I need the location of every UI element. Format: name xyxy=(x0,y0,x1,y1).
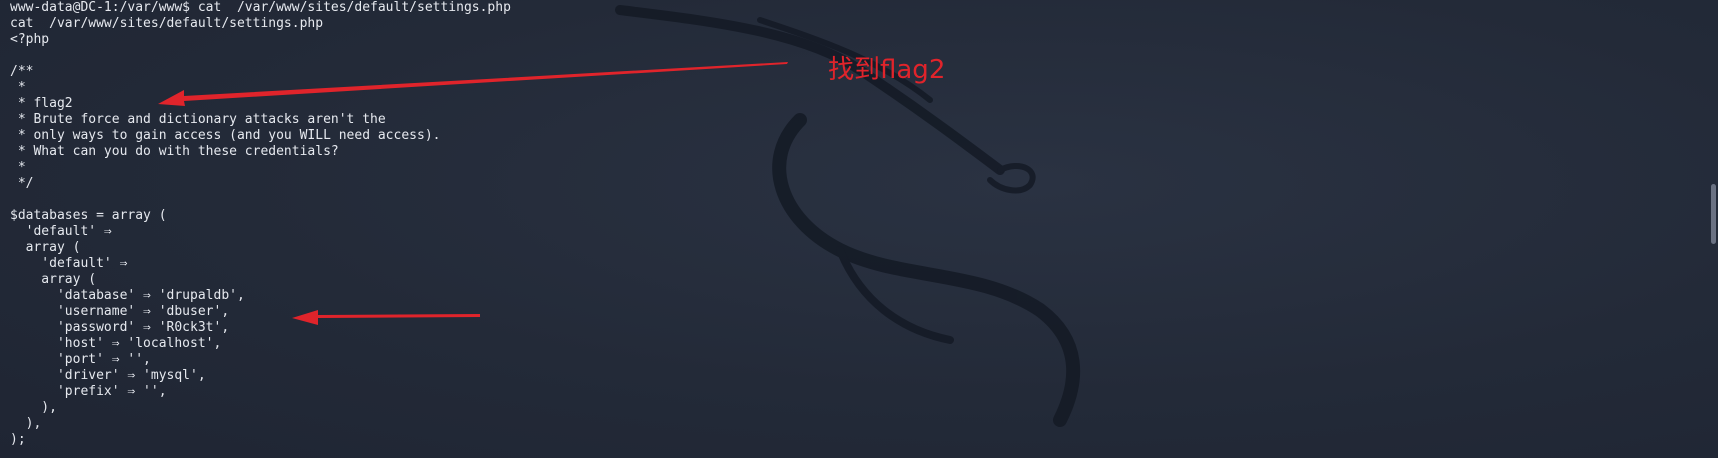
terminal-line: * only ways to gain access (and you WILL… xyxy=(10,128,441,143)
terminal-line: array ( xyxy=(10,272,97,287)
terminal-line: 'prefix' ⇒ '', xyxy=(10,384,167,399)
terminal-line: <?php xyxy=(10,32,50,47)
terminal-line: 'password' ⇒ 'R0ck3t', xyxy=(10,320,230,335)
annotation-label: 找到flag2 xyxy=(828,55,946,85)
terminal-line: 'driver' ⇒ 'mysql', xyxy=(10,368,206,383)
terminal-line: * flag2 xyxy=(10,96,73,111)
terminal-line: /** xyxy=(10,64,34,79)
terminal-line: * xyxy=(10,160,26,175)
terminal-line: cat /var/www/sites/default/settings.php xyxy=(10,16,324,31)
terminal-line: * Brute force and dictionary attacks are… xyxy=(10,112,386,127)
scrollbar-thumb[interactable] xyxy=(1711,184,1716,244)
terminal-output[interactable]: www-data@DC-1:/var/www$ cat /var/www/sit… xyxy=(10,0,511,448)
terminal-line: ), xyxy=(10,400,57,415)
terminal-line: 'port' ⇒ '', xyxy=(10,352,151,367)
terminal-line: * xyxy=(10,80,26,95)
terminal-line: www-data@DC-1:/var/www$ cat /var/www/sit… xyxy=(10,0,511,15)
terminal-line: 'username' ⇒ 'dbuser', xyxy=(10,304,230,319)
terminal-line: $databases = array ( xyxy=(10,208,167,223)
terminal-line: 'default' ⇒ xyxy=(10,224,112,239)
terminal-line: */ xyxy=(10,176,34,191)
terminal-line: ); xyxy=(10,432,26,447)
terminal-window[interactable]: www-data@DC-1:/var/www$ cat /var/www/sit… xyxy=(0,0,1718,458)
terminal-line: 'default' ⇒ xyxy=(10,256,128,271)
terminal-line: 'database' ⇒ 'drupaldb', xyxy=(10,288,245,303)
scrollbar[interactable] xyxy=(1708,0,1718,458)
terminal-line: 'host' ⇒ 'localhost', xyxy=(10,336,222,351)
terminal-line: array ( xyxy=(10,240,81,255)
terminal-line: * What can you do with these credentials… xyxy=(10,144,339,159)
terminal-line: ), xyxy=(10,416,42,431)
